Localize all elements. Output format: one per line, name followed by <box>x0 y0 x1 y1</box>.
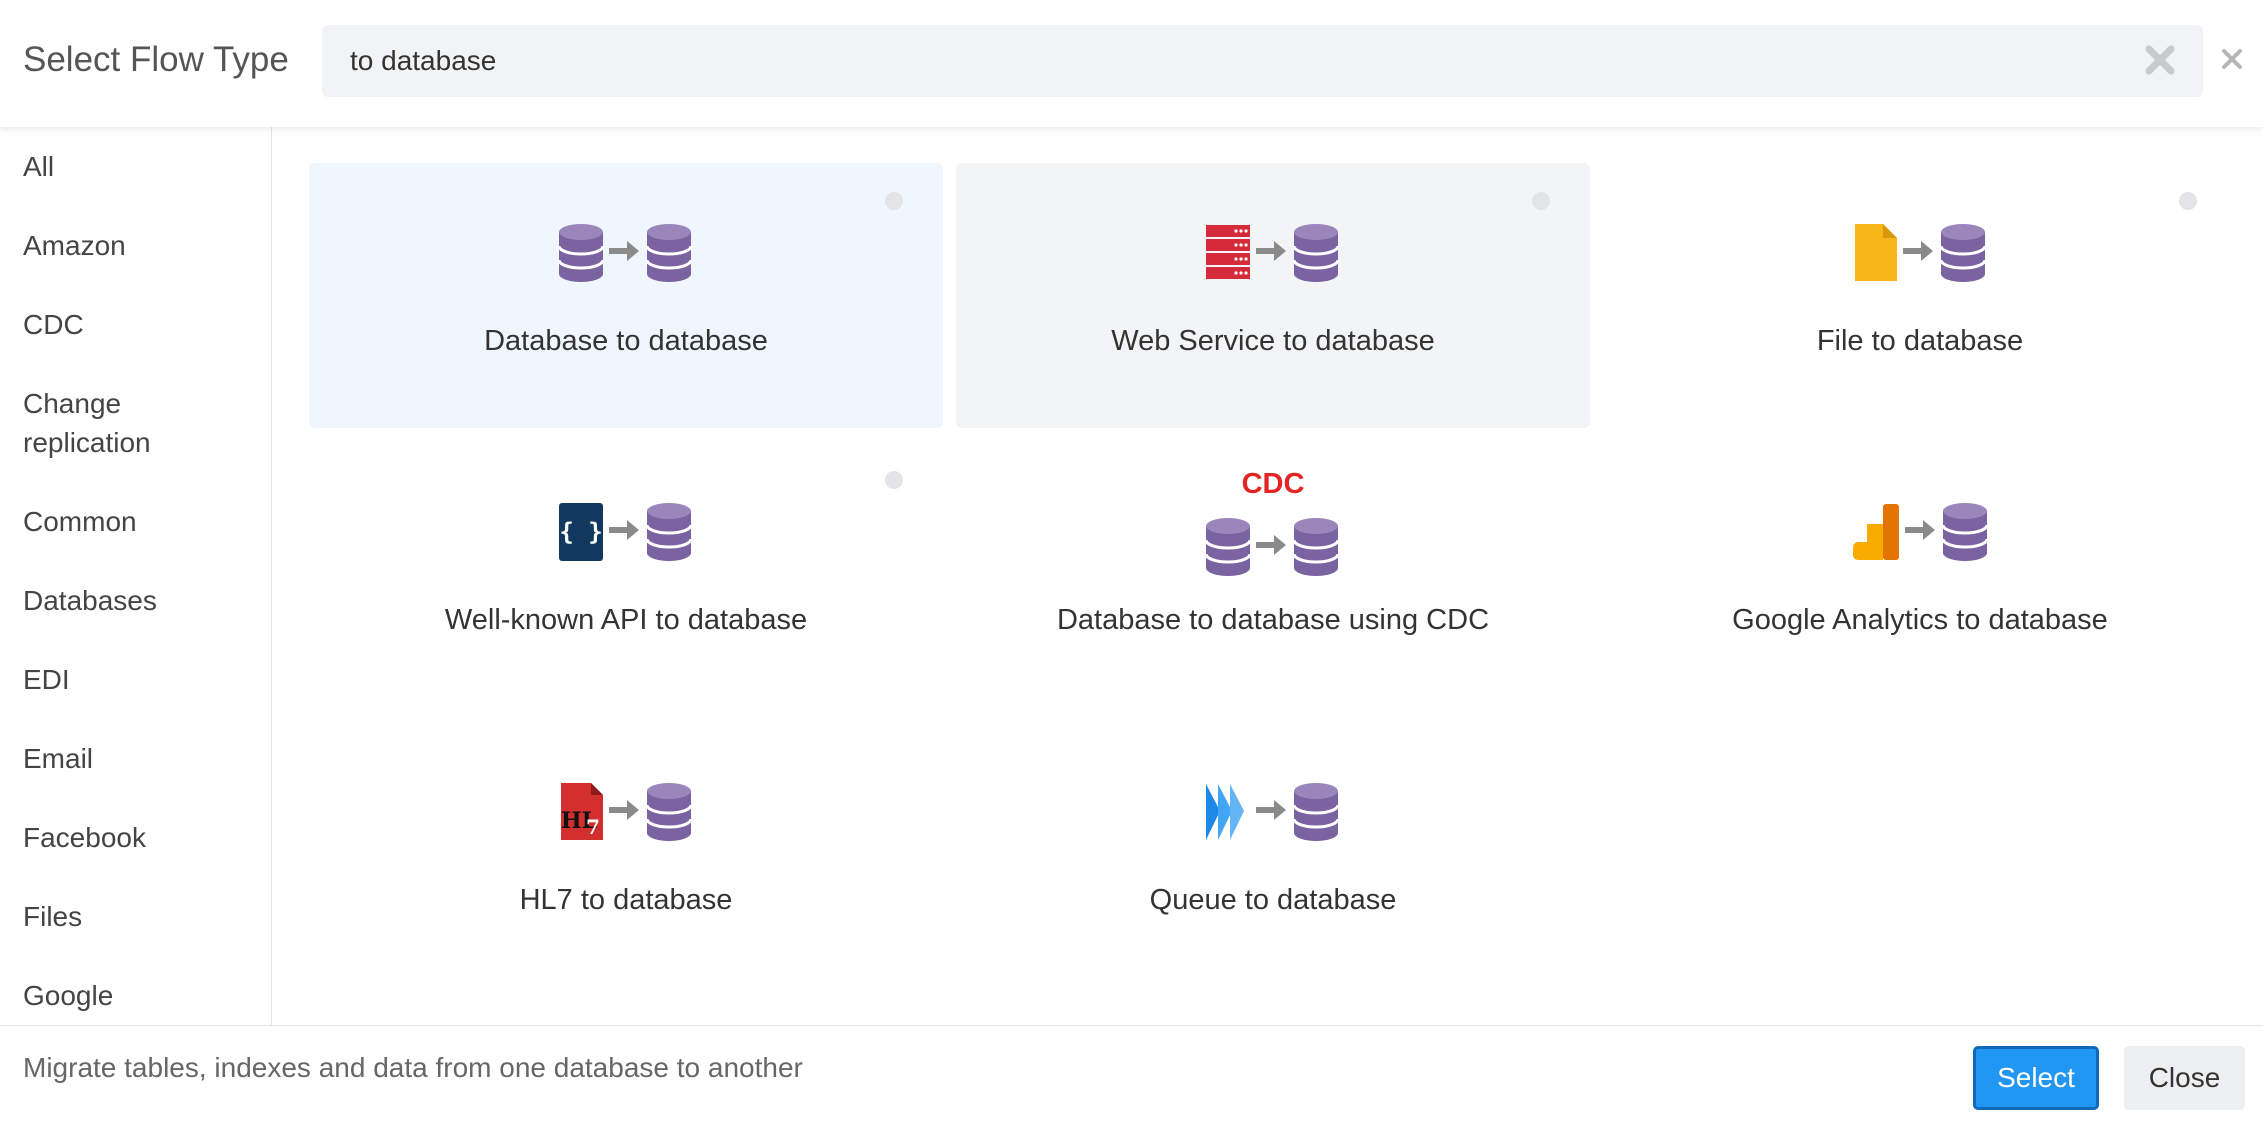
flow-card-label: Web Service to database <box>1111 325 1435 357</box>
flow-card-label: File to database <box>1816 325 2024 357</box>
web-service-to-database-icon <box>956 223 1590 288</box>
flow-card-queue-to-database[interactable]: Queue to database <box>956 722 1590 987</box>
file-to-database-icon <box>1603 223 2237 288</box>
flow-card-label: HL7 to database <box>519 884 733 916</box>
flow-card-label: Well-known API to database <box>444 604 808 636</box>
select-button[interactable]: Select <box>1973 1046 2099 1110</box>
flow-card-file-to-database[interactable]: File to database <box>1603 163 2237 428</box>
svg-text:{ }: { } <box>559 518 602 546</box>
sidebar-item-all[interactable]: All <box>23 147 263 186</box>
google-analytics-to-database-icon <box>1603 502 2237 567</box>
dialog-title: Select Flow Type <box>23 40 289 79</box>
sidebar-item-edi[interactable]: EDI <box>23 660 263 699</box>
close-dialog-icon[interactable] <box>2219 46 2245 72</box>
close-button[interactable]: Close <box>2124 1046 2245 1110</box>
sidebar-item-amazon[interactable]: Amazon <box>23 226 263 265</box>
dialog-header: Select Flow Type <box>0 0 2263 127</box>
flow-type-grid: Database to database Web Service to data… <box>273 127 2263 1025</box>
sidebar-item-files[interactable]: Files <box>23 897 263 936</box>
sidebar-item-common[interactable]: Common <box>23 502 263 541</box>
cdc-badge: CDC <box>1241 468 1305 500</box>
sidebar-item-cdc[interactable]: CDC <box>23 305 263 344</box>
flow-card-api-to-database[interactable]: { } Well-known API to database <box>309 442 943 707</box>
category-sidebar: All Amazon CDC Change replication Common… <box>0 127 272 1025</box>
sidebar-item-email[interactable]: Email <box>23 739 263 778</box>
api-to-database-icon: { } <box>309 502 943 567</box>
cdc-database-to-database-icon <box>956 517 1590 582</box>
flow-card-database-to-database[interactable]: Database to database <box>309 163 943 428</box>
flow-card-label: Google Analytics to database <box>1732 604 2108 636</box>
flow-card-label: Database to database <box>484 325 768 357</box>
flow-card-label: Queue to database <box>1149 884 1397 916</box>
favorite-dot-icon[interactable] <box>2179 192 2197 210</box>
favorite-dot-icon[interactable] <box>885 471 903 489</box>
hl7-to-database-icon: HL 7 <box>309 782 943 847</box>
favorite-dot-icon[interactable] <box>1532 192 1550 210</box>
flow-card-web-service-to-database[interactable]: Web Service to database <box>956 163 1590 428</box>
flow-card-cdc-database-to-database[interactable]: CDC Database to database using CDC <box>956 442 1590 707</box>
dialog-footer: Migrate tables, indexes and data from on… <box>0 1025 2263 1124</box>
search-input[interactable] <box>322 25 2203 97</box>
flow-card-google-analytics-to-database[interactable]: Google Analytics to database <box>1603 442 2237 707</box>
favorite-dot-icon[interactable] <box>885 192 903 210</box>
svg-text:7: 7 <box>586 815 600 839</box>
database-to-database-icon <box>309 223 943 288</box>
sidebar-item-facebook[interactable]: Facebook <box>23 818 263 857</box>
sidebar-item-google[interactable]: Google <box>23 976 263 1015</box>
sidebar-item-databases[interactable]: Databases <box>23 581 263 620</box>
flow-description: Migrate tables, indexes and data from on… <box>23 1052 803 1083</box>
sidebar-item-change-replication[interactable]: Change replication <box>23 384 173 462</box>
search-box <box>322 25 2203 97</box>
queue-to-database-icon <box>956 782 1590 847</box>
flow-card-label: Database to database using CDC <box>1056 604 1490 636</box>
clear-search-icon[interactable] <box>2143 43 2177 77</box>
flow-card-hl7-to-database[interactable]: HL 7 HL7 to database <box>309 722 943 987</box>
